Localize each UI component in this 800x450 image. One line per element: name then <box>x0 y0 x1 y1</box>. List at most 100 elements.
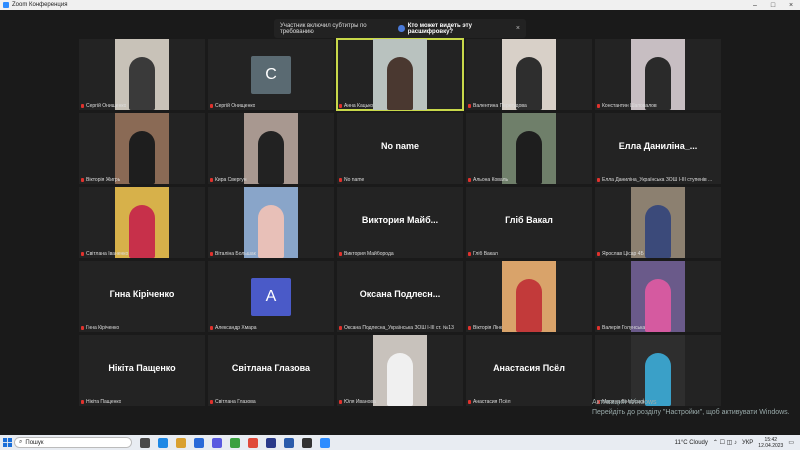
participant-name-label: Світлана Глазова <box>210 399 256 405</box>
participant-tile[interactable]: Ярослав Цісар 4Б <box>595 187 721 258</box>
participant-tile[interactable]: Оксана Подлесн... Оксана Подлесна_Українс… <box>337 261 463 332</box>
media-player-icon[interactable] <box>302 437 312 448</box>
muted-mic-icon <box>210 178 213 182</box>
participant-name-label: Константин Шаповалов <box>597 103 657 109</box>
participant-name: Валентина Перегудова <box>473 103 527 109</box>
participant-tile[interactable]: Константин Шаповалов <box>595 39 721 110</box>
participant-tile[interactable]: Марина Вінарська <box>595 335 721 406</box>
participant-video <box>631 261 685 332</box>
participant-tile[interactable]: Сергій Онищенко <box>79 39 205 110</box>
participant-tile[interactable]: Віталіна Большак <box>208 187 334 258</box>
participant-name-label: Нікіта Пащенко <box>81 399 121 405</box>
muted-mic-icon <box>597 178 600 182</box>
banner-close-icon[interactable]: × <box>516 25 520 32</box>
participant-name: Вікторія Лінк <box>473 325 503 331</box>
participant-tile[interactable]: Вікторія Лінк <box>466 261 592 332</box>
participant-name: Гнна Кіріченко <box>86 325 120 331</box>
participant-name-label: Ярослав Цісар 4Б <box>597 251 644 257</box>
participant-tile[interactable]: Валерія Голунська <box>595 261 721 332</box>
notifications-icon[interactable]: ▭ <box>788 439 794 446</box>
participant-name: Юля Иванова <box>344 399 376 405</box>
participant-video <box>115 187 169 258</box>
windows-start-button[interactable] <box>0 435 14 450</box>
participant-tile[interactable]: C Сергій Онищенко <box>208 39 334 110</box>
zoom-taskbar-icon[interactable] <box>320 437 330 448</box>
participant-avatar: A <box>251 278 291 316</box>
participant-tile[interactable]: Виктория Майб... Виктория Майборода <box>337 187 463 258</box>
participant-name-label: Виктория Майборода <box>339 251 394 257</box>
search-placeholder: Пошук <box>25 439 44 446</box>
chrome-icon[interactable] <box>248 437 258 448</box>
participant-figure <box>387 57 413 110</box>
participant-video <box>631 335 685 406</box>
store-icon[interactable] <box>212 437 222 448</box>
clock[interactable]: 15:42 12.04.2023 <box>758 437 783 449</box>
participant-tile[interactable]: Вікторія Жигрь <box>79 113 205 184</box>
participant-display-name: Анастасия Псёл <box>493 363 565 373</box>
participant-tile[interactable]: Світлана Іваненко <box>79 187 205 258</box>
participant-video <box>502 39 556 110</box>
mail-icon[interactable] <box>194 437 204 448</box>
participant-name: Константин Шаповалов <box>602 103 657 109</box>
muted-mic-icon <box>81 400 84 404</box>
participant-tile[interactable]: Валентина Перегудова <box>466 39 592 110</box>
clock-date: 12.04.2023 <box>758 442 784 449</box>
transcript-question[interactable]: Кто может видеть эту расшифровку? <box>408 23 510 35</box>
close-button[interactable]: × <box>782 2 800 9</box>
muted-mic-icon <box>81 104 84 108</box>
file-explorer-icon[interactable] <box>176 437 186 448</box>
participant-tile[interactable]: Елла Даниліна_... Елла Даниліна_Українськ… <box>595 113 721 184</box>
participant-name: Ярослав Цісар 4Б <box>602 251 644 257</box>
participant-name-label: Анастасия Псёл <box>468 399 511 405</box>
muted-mic-icon <box>81 178 84 182</box>
maximize-button[interactable]: □ <box>764 2 782 9</box>
participant-name: Нікіта Пащенко <box>86 399 122 405</box>
participant-name-label: Гнна Кіріченко <box>81 325 119 331</box>
captions-banner: Участник включил субтитры по требованию … <box>274 19 526 38</box>
participant-name-label: Елла Даниліна_Українська ЗОШ І-ІІІ ступе… <box>597 177 712 183</box>
muted-mic-icon <box>468 104 471 108</box>
participant-tile[interactable]: Гнна Кіріченко Гнна Кіріченко <box>79 261 205 332</box>
photoshop-icon[interactable] <box>266 437 276 448</box>
participant-display-name: Оксана Подлесн... <box>359 289 441 299</box>
search-icon: ⌕ <box>19 439 23 445</box>
participant-tile[interactable]: A Александр Хмара <box>208 261 334 332</box>
taskbar-search[interactable]: ⌕ Пошук <box>14 437 132 448</box>
task-view-icon[interactable] <box>140 437 150 448</box>
app-icon[interactable] <box>230 437 240 448</box>
participant-tile[interactable]: Світлана Глазова Світлана Глазова <box>208 335 334 406</box>
weather-widget[interactable]: 11°C Cloudy <box>675 440 708 446</box>
muted-mic-icon <box>81 326 84 330</box>
participant-name: Валерія Голунська <box>602 325 646 331</box>
participant-video <box>244 187 298 258</box>
word-icon[interactable] <box>284 437 294 448</box>
participant-tile[interactable]: Анастасия Псёл Анастасия Псёл <box>466 335 592 406</box>
participant-name-label: Світлана Іваненко <box>81 251 128 257</box>
participant-tile[interactable]: Гліб Вакал Гліб Вакал <box>466 187 592 258</box>
edge-icon[interactable] <box>158 437 168 448</box>
muted-mic-icon <box>597 252 600 256</box>
tray-icons[interactable]: ⌃ ☐ ◫ ♪ <box>713 439 737 446</box>
participant-name-label: Сергій Онищенко <box>81 103 126 109</box>
participant-tile[interactable]: Альона Коваль <box>466 113 592 184</box>
participant-tile[interactable]: No name No name <box>337 113 463 184</box>
language-indicator[interactable]: УКР <box>742 440 753 446</box>
participant-tile[interactable]: Нікіта Пащенко Нікіта Пащенко <box>79 335 205 406</box>
minimize-button[interactable]: – <box>746 2 764 9</box>
participant-tile[interactable]: Анна Кацько <box>336 38 464 111</box>
participant-tile[interactable]: Кира Свергун <box>208 113 334 184</box>
participant-display-name: Світлана Глазова <box>231 363 311 373</box>
participant-tile[interactable]: Юля Иванова <box>337 335 463 406</box>
transcript-visibility-link[interactable]: Кто может видеть эту расшифровку? <box>398 23 510 35</box>
muted-mic-icon <box>339 326 342 330</box>
participant-figure <box>645 279 671 332</box>
participant-name: Анна Кацько <box>344 103 374 109</box>
participant-name: Вікторія Жигрь <box>86 177 121 183</box>
participant-figure <box>129 57 155 110</box>
participant-display-name: Нікіта Пащенко <box>108 363 176 373</box>
muted-mic-icon <box>468 326 471 330</box>
participant-name: Елла Даниліна_Українська ЗОШ І-ІІІ ступе… <box>602 177 713 183</box>
windows-activation-watermark: Активация Windows Перейдіть до розділу "… <box>592 398 790 418</box>
participant-name-label: Кира Свергун <box>210 177 247 183</box>
participant-figure <box>129 131 155 184</box>
